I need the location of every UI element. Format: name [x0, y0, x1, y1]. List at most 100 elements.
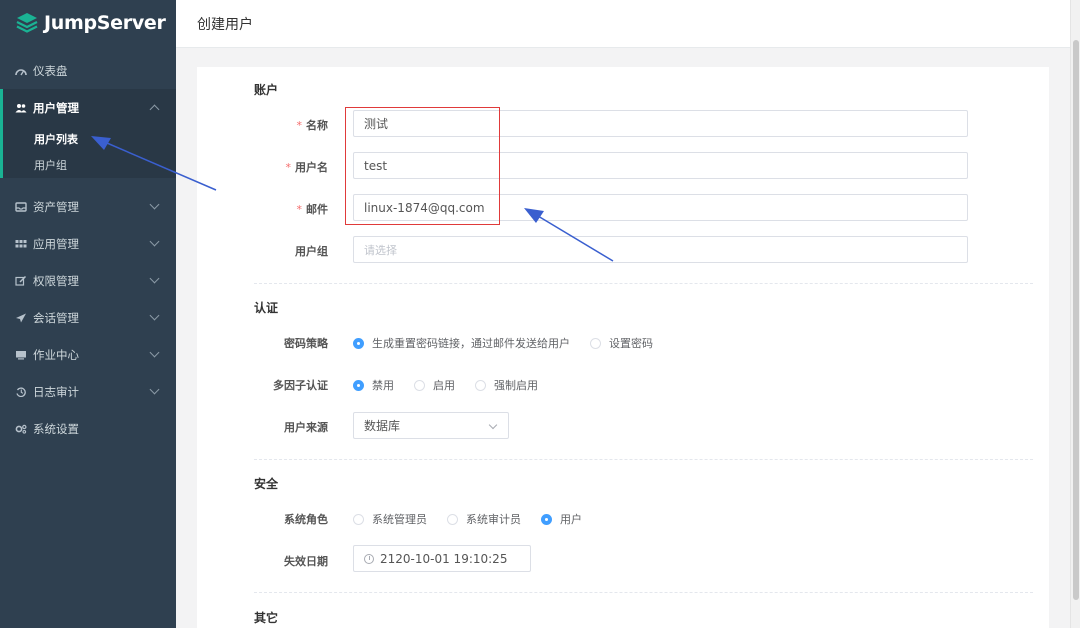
sidebar-item-label: 系统设置 [33, 421, 79, 436]
radio-label: 启用 [433, 379, 455, 392]
logo[interactable]: JumpServer [0, 0, 176, 46]
sidebar-group-users: 用户管理 用户列表 用户组 [0, 89, 176, 178]
radio-label: 禁用 [372, 379, 394, 392]
edit-icon [15, 275, 27, 287]
radio-set-password[interactable]: 设置密码 [590, 335, 653, 351]
sidebar-item-dashboard[interactable]: 仪表盘 [0, 52, 176, 89]
mfa-label: 多因子认证 [273, 379, 328, 392]
radio-mfa-disabled[interactable]: 禁用 [353, 377, 394, 393]
gears-icon [15, 423, 27, 435]
sidebar-item-label: 作业中心 [33, 347, 79, 362]
sidebar-item-audit[interactable]: 日志审计 [0, 373, 176, 410]
scrollbar-thumb[interactable] [1073, 40, 1079, 600]
sidebar-subitem-user-groups[interactable]: 用户组 [3, 152, 176, 178]
required-mark: * [285, 161, 292, 174]
groups-select[interactable]: 请选择 [353, 236, 968, 263]
sidebar-item-label: 权限管理 [33, 273, 79, 288]
section-title-auth: 认证 [254, 301, 279, 315]
radio-checked-icon [353, 379, 364, 391]
dashboard-icon [15, 65, 27, 77]
page-title: 创建用户 [197, 17, 253, 33]
sidebar-menu: 仪表盘 用户管理 用户列表 用户组 资产管理 应用管理 权限管理 会话管理 作业… [0, 52, 176, 447]
required-mark: * [296, 119, 303, 132]
chevron-down-icon [149, 199, 160, 210]
jumpserver-logo-icon [16, 13, 38, 33]
chevron-down-icon [488, 420, 498, 430]
chevron-down-icon [149, 310, 160, 321]
radio-role-user[interactable]: 用户 [541, 511, 582, 527]
section-divider [254, 459, 1033, 460]
radio-label: 设置密码 [609, 337, 653, 350]
source-select[interactable]: 数据库 [353, 412, 509, 439]
radio-checked-icon [541, 513, 552, 525]
mfa-radio-group: 禁用 启用 强制启用 [353, 377, 558, 393]
role-label: 系统角色 [284, 513, 328, 526]
radio-unchecked-icon [353, 513, 364, 525]
grid-icon [15, 238, 27, 250]
role-radio-group: 系统管理员 系统审计员 用户 [353, 511, 602, 527]
groups-label: 用户组 [295, 245, 328, 258]
username-label: * 用户名 [197, 159, 329, 175]
sidebar-item-label: 日志审计 [33, 384, 79, 399]
history-icon [15, 386, 27, 398]
section-divider [254, 283, 1033, 284]
app-name: JumpServer [44, 12, 166, 34]
chevron-up-icon [149, 104, 160, 115]
radio-mfa-enabled[interactable]: 启用 [414, 377, 455, 393]
email-label: * 邮件 [197, 201, 329, 217]
radio-unchecked-icon [590, 337, 601, 349]
label-text: 邮件 [306, 203, 328, 216]
expire-date-picker[interactable]: 2120-10-01 19:10:25 [353, 545, 531, 572]
name-label: * 名称 [197, 117, 329, 133]
sidebar-item-label: 资产管理 [33, 199, 79, 214]
radio-label: 强制启用 [494, 379, 538, 392]
sidebar-item-label: 仪表盘 [33, 63, 68, 78]
users-icon [15, 102, 27, 114]
page-scrollbar[interactable] [1070, 0, 1080, 628]
chevron-down-icon [149, 236, 160, 247]
radio-mfa-forced[interactable]: 强制启用 [475, 377, 538, 393]
sidebar-subitem-user-list[interactable]: 用户列表 [3, 126, 176, 152]
password-strategy-label: 密码策略 [284, 337, 328, 350]
radio-unchecked-icon [447, 513, 458, 525]
sidebar-item-applications[interactable]: 应用管理 [0, 225, 176, 262]
sidebar-item-settings[interactable]: 系统设置 [0, 410, 176, 447]
select-value: 数据库 [364, 419, 401, 433]
section-title-security: 安全 [254, 477, 279, 491]
rocket-icon [15, 312, 27, 324]
section-divider [254, 592, 1033, 593]
password-strategy-radio-group: 生成重置密码链接，通过邮件发送给用户 设置密码 [353, 335, 673, 351]
label-text: 用户名 [295, 161, 328, 174]
chevron-down-icon [149, 384, 160, 395]
label-text: 名称 [306, 119, 328, 132]
groups-placeholder: 请选择 [364, 243, 397, 257]
radio-role-admin[interactable]: 系统管理员 [353, 511, 427, 527]
sidebar-item-label: 会话管理 [33, 310, 79, 325]
sidebar-item-label: 应用管理 [33, 236, 79, 251]
radio-checked-icon [353, 337, 364, 349]
sidebar-item-sessions[interactable]: 会话管理 [0, 299, 176, 336]
create-user-form: 账户 * 名称 测试 * 用户名 test * 邮件 linux-1874@qq.co… [197, 67, 1049, 628]
date-value: 2120-10-01 19:10:25 [380, 551, 508, 566]
inbox-icon [15, 201, 27, 213]
clock-icon [364, 553, 374, 564]
sidebar-item-users[interactable]: 用户管理 [3, 89, 176, 126]
sidebar-item-label: 用户管理 [33, 100, 79, 115]
sidebar-item-jobs[interactable]: 作业中心 [0, 336, 176, 373]
section-title-other: 其它 [254, 611, 279, 625]
expire-label: 失效日期 [284, 555, 328, 568]
radio-label: 用户 [560, 513, 582, 526]
radio-label: 系统审计员 [466, 513, 521, 526]
radio-label: 系统管理员 [372, 513, 427, 526]
radio-label: 生成重置密码链接，通过邮件发送给用户 [372, 337, 570, 350]
radio-reset-link[interactable]: 生成重置密码链接，通过邮件发送给用户 [353, 335, 570, 351]
chevron-down-icon [149, 273, 160, 284]
sidebar-item-permissions[interactable]: 权限管理 [0, 262, 176, 299]
source-label: 用户来源 [284, 421, 328, 434]
radio-unchecked-icon [414, 379, 425, 391]
sidebar-item-assets[interactable]: 资产管理 [0, 188, 176, 225]
radio-role-auditor[interactable]: 系统审计员 [447, 511, 521, 527]
chevron-down-icon [149, 347, 160, 358]
required-mark: * [296, 203, 303, 216]
radio-unchecked-icon [475, 379, 486, 391]
